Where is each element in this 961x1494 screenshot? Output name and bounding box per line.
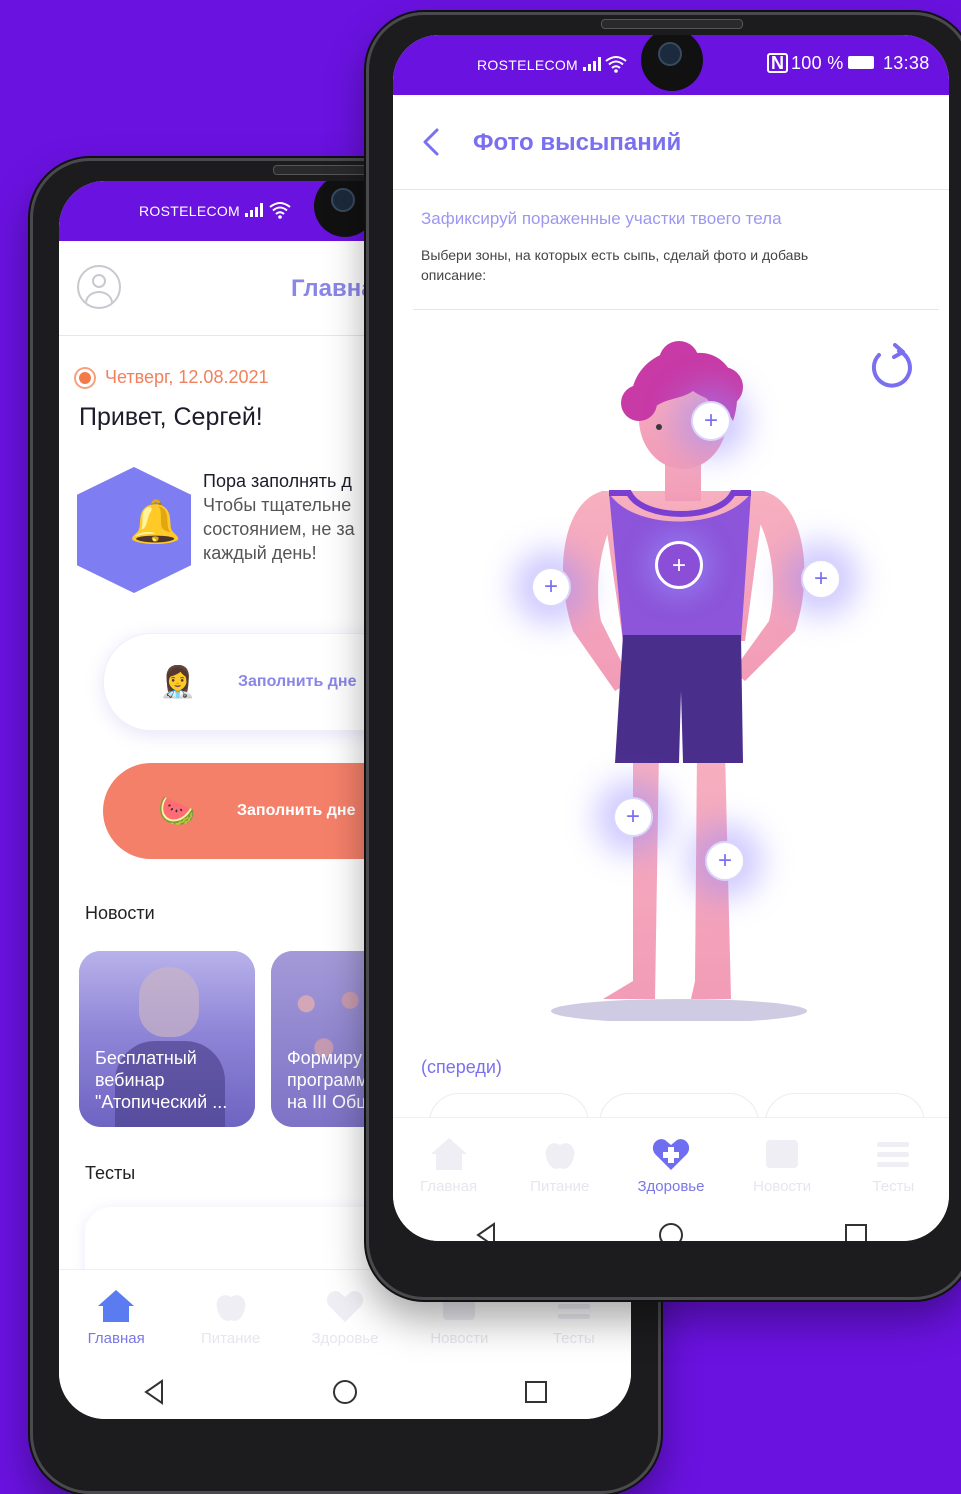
news-caption-line: вебинар (95, 1070, 165, 1090)
apple-icon (545, 1143, 575, 1169)
add-zone-button-left-arm[interactable]: + (801, 559, 841, 599)
home-icon (430, 1138, 467, 1170)
bell-icon: 🔔 (129, 498, 182, 545)
news-photo-person (139, 967, 199, 1037)
view-side-label: (спереди) (421, 1057, 502, 1077)
add-zone-button-left-leg[interactable]: + (705, 841, 745, 881)
fill-diary-label: Заполнить дне (238, 673, 357, 690)
nav-label: Здоровье (637, 1178, 705, 1195)
nav-label: Тесты (872, 1178, 915, 1195)
date-label: Четверг, 12.08.2021 (105, 367, 269, 387)
back-arrow-icon[interactable] (421, 127, 441, 157)
reminder-hexagon: 🔔 (77, 467, 191, 593)
nav-item-nutrition[interactable]: Питание (176, 1288, 286, 1347)
sun-icon (79, 371, 91, 384)
news-caption-line: Бесплатный (95, 1048, 197, 1068)
list-icon (877, 1142, 910, 1167)
watermelon-icon: 🍉 (158, 794, 196, 828)
home-circle-icon[interactable] (331, 1378, 359, 1406)
back-triangle-icon[interactable] (472, 1221, 500, 1241)
signal-icon (245, 203, 263, 217)
instruction-subtitle: Зафиксируй пораженные участки твоего тел… (421, 209, 782, 228)
home-icon (98, 1290, 135, 1322)
carrier-label: ROSTELECOM (139, 203, 241, 219)
battery-percent: 100 % (791, 53, 844, 73)
nav-item-news[interactable]: Новости (727, 1136, 837, 1195)
nav-label: Тесты (552, 1330, 595, 1347)
signal-icon (583, 57, 601, 71)
nav-item-home[interactable]: Главная (61, 1288, 171, 1347)
status-bar: ROSTELECOM N 100 % 13:38 (393, 35, 949, 95)
news-icon (766, 1140, 799, 1168)
nav-label: Питание (200, 1330, 261, 1347)
nav-item-tests[interactable]: Тесты (838, 1136, 948, 1195)
nav-item-health[interactable]: Здоровье (290, 1288, 400, 1347)
back-triangle-icon[interactable] (140, 1378, 168, 1406)
news-caption-line: "Атопический ... (95, 1092, 228, 1112)
news-caption: Бесплатный вебинар "Атопический ... (95, 1047, 245, 1113)
nav-item-home[interactable]: Главная (394, 1136, 504, 1195)
home-circle-icon[interactable] (657, 1221, 685, 1241)
heart-plus-icon (652, 1139, 690, 1170)
news-card[interactable]: Бесплатный вебинар "Атопический ... (79, 951, 255, 1127)
greeting-text: Привет, Сергей! (79, 403, 263, 431)
nav-label: Главная (87, 1330, 145, 1347)
nav-label: Новости (753, 1178, 812, 1195)
heart-plus-icon (326, 1291, 364, 1322)
page-header: Фото высыпаний (393, 95, 949, 190)
wifi-icon (269, 202, 291, 219)
rash-photo-screen: ROSTELECOM N 100 % 13:38 Фото высыпаний … (393, 35, 949, 1241)
recents-square-icon[interactable] (522, 1378, 550, 1406)
wifi-icon (605, 56, 627, 73)
doctor-icon: 👩‍⚕️ (159, 665, 197, 699)
carrier-label: ROSTELECOM (477, 57, 579, 73)
bottom-navigation: Главная Питание Здоровье Новости Тесты (393, 1117, 949, 1207)
speaker-grille (601, 19, 743, 29)
nav-item-health[interactable]: Здоровье (616, 1136, 726, 1195)
system-navigation (393, 1205, 949, 1241)
news-section-title: Новости (85, 903, 155, 923)
clock: 13:38 (883, 53, 930, 73)
page-title: Фото высыпаний (473, 129, 682, 156)
add-zone-button-face[interactable]: + (691, 401, 731, 441)
instruction-text: Выбери зоны, на которых есть сыпь, сдела… (421, 247, 809, 283)
add-zone-button-chest[interactable]: + (655, 541, 703, 589)
system-navigation (59, 1357, 631, 1419)
battery-icon (848, 56, 874, 69)
add-zone-button-right-arm[interactable]: + (531, 567, 571, 607)
apple-icon (216, 1295, 245, 1321)
nav-label: Новости (430, 1330, 489, 1347)
recents-square-icon[interactable] (842, 1221, 870, 1241)
nav-label: Питание (530, 1178, 590, 1195)
nav-label: Главная (420, 1178, 478, 1195)
divider (413, 309, 939, 310)
camera-notch (641, 35, 703, 91)
add-zone-button-right-leg[interactable]: + (613, 797, 653, 837)
nav-item-nutrition[interactable]: Питание (505, 1136, 615, 1195)
fill-food-diary-label: Заполнить дне (237, 802, 356, 819)
nav-label: Здоровье (311, 1330, 379, 1347)
phone-front: ROSTELECOM N 100 % 13:38 Фото высыпаний … (366, 12, 961, 1300)
nfc-icon: N (767, 53, 789, 73)
profile-avatar-icon[interactable] (77, 265, 121, 309)
date-row: Четверг, 12.08.2021 (79, 367, 269, 388)
body-illustration (551, 341, 807, 1021)
tests-section-title: Тесты (85, 1163, 136, 1183)
